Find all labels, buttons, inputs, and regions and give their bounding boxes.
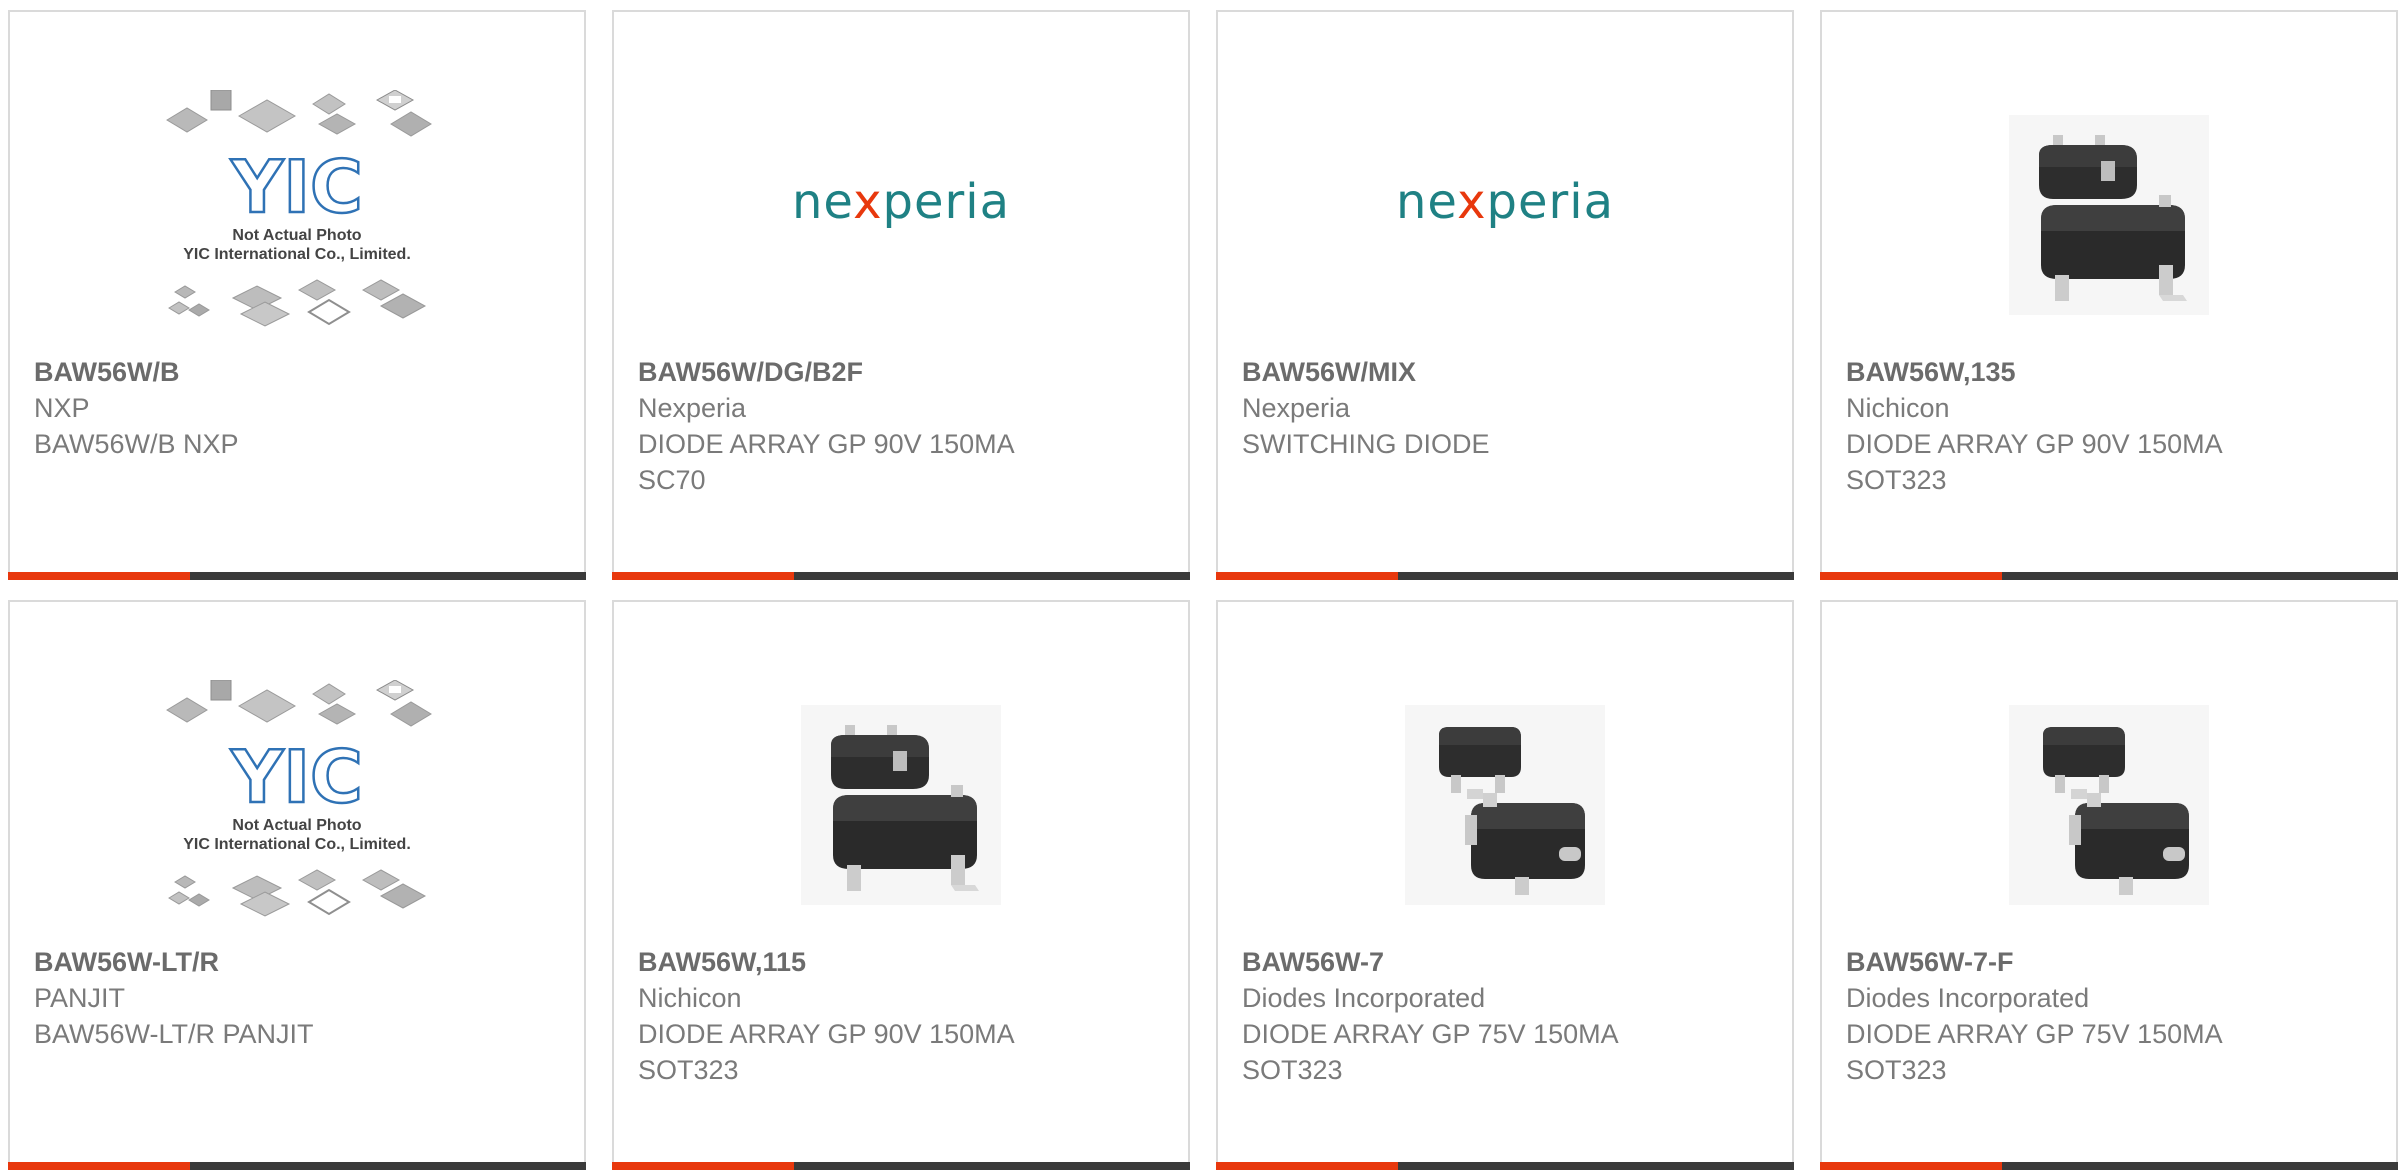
manufacturer: Nichicon [1846, 393, 1950, 423]
product-card-7[interactable]: BAW56W-7-F Diodes Incorporated DIODE ARR… [1820, 600, 2398, 1170]
description: BAW56W/B NXP [34, 429, 239, 459]
sot323-chip-image [2009, 114, 2209, 320]
part-number[interactable]: BAW56W-7 [1242, 944, 1772, 980]
product-card-6[interactable]: BAW56W-7 Diodes Incorporated DIODE ARRAY… [1216, 600, 1794, 1170]
description: DIODE ARRAY GP 75V 150MA SOT323 [1846, 1019, 2223, 1085]
product-image[interactable]: YIC Not Actual Photo YIC International Co.… [10, 82, 584, 352]
card-bottom-bar [1820, 572, 2398, 580]
manufacturer: Nexperia [638, 393, 747, 423]
part-number[interactable]: BAW56W/DG/B2F [638, 354, 1168, 390]
card-accent-bar [1820, 572, 2002, 580]
part-number[interactable]: BAW56W,135 [1846, 354, 2376, 390]
yic-caption-line1: Not Actual Photo [232, 817, 361, 834]
part-number[interactable]: BAW56W-LT/R [34, 944, 564, 980]
yic-caption-line2: YIC International Co., Limited. [183, 246, 411, 263]
yic-caption-line2: YIC International Co., Limited. [183, 836, 411, 853]
card-accent-bar [8, 572, 190, 580]
product-info: BAW56W-7-F Diodes Incorporated DIODE ARR… [1846, 944, 2376, 1088]
card-bottom-bar [8, 1162, 586, 1170]
part-number[interactable]: BAW56W/MIX [1242, 354, 1772, 390]
card-bottom-bar [1820, 1162, 2398, 1170]
part-number[interactable]: BAW56W,115 [638, 944, 1168, 980]
product-card-1[interactable]: nexperia BAW56W/DG/B2F Nexperia DIODE AR… [612, 10, 1190, 580]
product-image[interactable] [1218, 672, 1792, 942]
card-bottom-bar [1216, 572, 1794, 580]
product-image[interactable] [614, 672, 1188, 942]
product-info: BAW56W,135 Nichicon DIODE ARRAY GP 90V 1… [1846, 354, 2376, 498]
product-info: BAW56W-7 Diodes Incorporated DIODE ARRAY… [1242, 944, 1772, 1088]
yic-logo: YIC [230, 735, 363, 819]
yic-caption-line1: Not Actual Photo [232, 227, 361, 244]
card-accent-bar [1216, 1162, 1398, 1170]
sot323-chip-image [2009, 704, 2209, 910]
description: DIODE ARRAY GP 90V 150MA SC70 [638, 429, 1015, 495]
product-info: BAW56W-LT/R PANJIT BAW56W-LT/R PANJIT [34, 944, 564, 1052]
product-info: BAW56W/DG/B2F Nexperia DIODE ARRAY GP 90… [638, 354, 1168, 498]
card-accent-bar [8, 1162, 190, 1170]
product-info: BAW56W,115 Nichicon DIODE ARRAY GP 90V 1… [638, 944, 1168, 1088]
sot323-chip-image [1405, 704, 1605, 910]
card-bottom-bar [612, 572, 1190, 580]
product-grid: YIC Not Actual Photo YIC International Co.… [8, 10, 2398, 1170]
manufacturer: PANJIT [34, 983, 126, 1013]
card-accent-bar [1820, 1162, 2002, 1170]
description: BAW56W-LT/R PANJIT [34, 1019, 314, 1049]
product-card-3[interactable]: BAW56W,135 Nichicon DIODE ARRAY GP 90V 1… [1820, 10, 2398, 580]
card-accent-bar [612, 572, 794, 580]
manufacturer: NXP [34, 393, 90, 423]
yic-placeholder-image: YIC Not Actual Photo YIC International Co.… [157, 679, 437, 935]
nexperia-logo: nexperia [792, 174, 1010, 230]
description: DIODE ARRAY GP 90V 150MA SOT323 [1846, 429, 2223, 495]
card-accent-bar [612, 1162, 794, 1170]
card-accent-bar [1216, 572, 1398, 580]
yic-logo: YIC [230, 145, 363, 229]
product-image[interactable]: nexperia [614, 82, 1188, 352]
card-bottom-bar [8, 572, 586, 580]
product-image[interactable] [1822, 672, 2396, 942]
sot323-chip-image [801, 704, 1001, 910]
product-card-4[interactable]: YIC Not Actual Photo YIC International Co.… [8, 600, 586, 1170]
description: SWITCHING DIODE [1242, 429, 1490, 459]
yic-placeholder-image: YIC Not Actual Photo YIC International Co.… [157, 89, 437, 345]
manufacturer: Diodes Incorporated [1846, 983, 2090, 1013]
product-image[interactable] [1822, 82, 2396, 352]
product-card-0[interactable]: YIC Not Actual Photo YIC International Co.… [8, 10, 586, 580]
card-bottom-bar [1216, 1162, 1794, 1170]
card-bottom-bar [612, 1162, 1190, 1170]
product-info: BAW56W/B NXP BAW56W/B NXP [34, 354, 564, 462]
nexperia-logo: nexperia [1396, 174, 1614, 230]
product-card-2[interactable]: nexperia BAW56W/MIX Nexperia SWITCHING D… [1216, 10, 1794, 580]
product-image[interactable]: YIC Not Actual Photo YIC International Co.… [10, 672, 584, 942]
description: DIODE ARRAY GP 75V 150MA SOT323 [1242, 1019, 1619, 1085]
product-image[interactable]: nexperia [1218, 82, 1792, 352]
description: DIODE ARRAY GP 90V 150MA SOT323 [638, 1019, 1015, 1085]
product-info: BAW56W/MIX Nexperia SWITCHING DIODE [1242, 354, 1772, 462]
manufacturer: Nexperia [1242, 393, 1351, 423]
manufacturer: Nichicon [638, 983, 742, 1013]
manufacturer: Diodes Incorporated [1242, 983, 1486, 1013]
part-number[interactable]: BAW56W/B [34, 354, 564, 390]
part-number[interactable]: BAW56W-7-F [1846, 944, 2376, 980]
product-card-5[interactable]: BAW56W,115 Nichicon DIODE ARRAY GP 90V 1… [612, 600, 1190, 1170]
